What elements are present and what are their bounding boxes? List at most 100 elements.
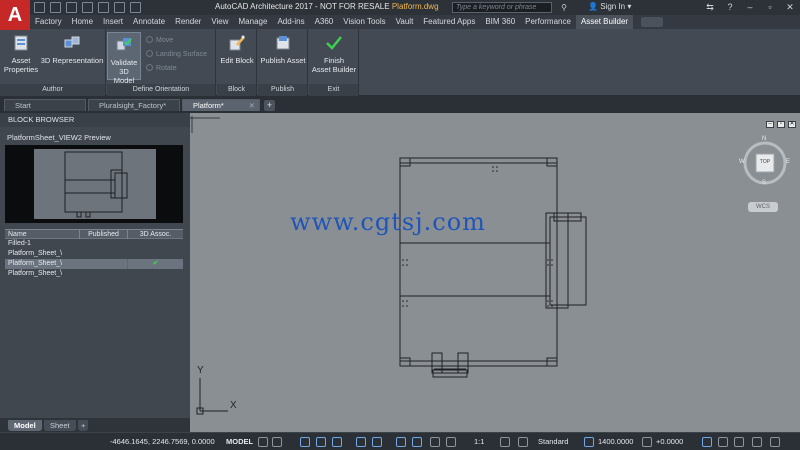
save-icon[interactable]	[66, 2, 77, 13]
preview-drawing	[64, 151, 128, 218]
annotation-monitor-icon[interactable]	[518, 437, 528, 447]
ribbon-tab-list: Factory Home Insert Annotate Render View Manag…	[30, 15, 664, 29]
file-tab-platform[interactable]: Platform* ✕	[182, 99, 260, 111]
edit-block-button[interactable]: Edit Block	[219, 34, 255, 65]
file-tab-bar: Start Pluralsight_Factory* Platform* ✕ +	[0, 97, 800, 111]
landing-surface-button[interactable]: Landing Surface	[146, 49, 207, 61]
help-icon[interactable]: ?	[720, 0, 740, 15]
tab-add-ins[interactable]: Add-ins	[272, 15, 309, 29]
tab-insert[interactable]: Insert	[98, 15, 128, 29]
sign-in-button[interactable]: 👤 Sign In ▾	[588, 2, 631, 11]
file-tab-pluralsight-factory[interactable]: Pluralsight_Factory*	[88, 99, 180, 111]
tab-vision-tools[interactable]: Vision Tools	[338, 15, 390, 29]
3d-representation-label: 3D Representation	[40, 56, 104, 65]
table-row[interactable]: Platform_Sheet_\ ✔	[5, 259, 183, 269]
open-icon[interactable]	[50, 2, 61, 13]
rotate-button[interactable]: Rotate	[146, 63, 177, 75]
validate-3d-model-button[interactable]: Validate 3D Model	[107, 32, 141, 85]
table-row[interactable]: Platform_Sheet_\	[5, 249, 183, 259]
coordinate-readout[interactable]: -4646.1645, 2246.7569, 0.0000	[110, 436, 215, 448]
tab-factory[interactable]: Factory	[30, 15, 67, 29]
tab-view[interactable]: View	[206, 15, 233, 29]
3d-representation-button[interactable]: 3D Representation	[40, 34, 104, 65]
column-header-published[interactable]: Published	[79, 230, 127, 239]
exchange-icon[interactable]: ⇆	[700, 0, 720, 15]
isodraft-icon[interactable]	[332, 437, 342, 447]
application-menu-button[interactable]: A	[0, 0, 30, 30]
clean-screen-icon[interactable]	[734, 437, 744, 447]
tab-bim-360[interactable]: BIM 360	[480, 15, 520, 29]
snap-icon[interactable]	[272, 437, 282, 447]
user-icon: 👤	[588, 2, 598, 11]
object-snap-tracking-icon[interactable]	[356, 437, 366, 447]
asset-properties-button[interactable]: Asset Properties	[3, 34, 39, 74]
tab-annotate[interactable]: Annotate	[128, 15, 170, 29]
finish-asset-builder-button[interactable]: Finish Asset Builder	[310, 34, 358, 74]
tab-a360[interactable]: A360	[310, 15, 339, 29]
surface-hatch-icon[interactable]	[642, 437, 652, 447]
lineweight-icon[interactable]	[396, 437, 406, 447]
new-tab-button[interactable]: +	[264, 100, 275, 111]
annotation-scale[interactable]: 1:1	[474, 436, 484, 448]
tab-asset-builder[interactable]: Asset Builder	[575, 15, 634, 29]
hardware-acceleration-icon[interactable]	[718, 437, 728, 447]
tab-home[interactable]: Home	[67, 15, 98, 29]
selection-cycling-icon[interactable]	[430, 437, 440, 447]
ortho-icon[interactable]	[300, 437, 310, 447]
grid-icon[interactable]	[258, 437, 268, 447]
elevation-icon	[584, 437, 594, 447]
close-viewport-icon[interactable]: ✕	[788, 121, 796, 128]
tab-performance[interactable]: Performance	[520, 15, 576, 29]
minimize-viewport-icon[interactable]: –	[766, 121, 774, 128]
viewcube[interactable]: TOP N S E W	[739, 136, 790, 188]
close-icon[interactable]: ✕	[249, 100, 255, 112]
new-icon[interactable]	[34, 2, 45, 13]
tab-manage[interactable]: Manage	[234, 15, 273, 29]
model-space-toggle[interactable]: MODEL	[226, 436, 253, 448]
isolate-objects-icon[interactable]	[702, 437, 712, 447]
tab-render[interactable]: Render	[170, 15, 206, 29]
menu-icon[interactable]	[770, 437, 780, 447]
app-title: AutoCAD Architecture 2017 - NOT FOR RESA…	[215, 2, 390, 11]
maximize-icon[interactable]: ▫	[760, 0, 780, 15]
annotation-visibility-icon[interactable]	[446, 437, 456, 447]
polar-tracking-icon[interactable]	[316, 437, 326, 447]
customization-icon[interactable]	[752, 437, 762, 447]
drawing-canvas[interactable]: – ▫ ✕ TOP N S E W WCS www.cgtsj.com Y X	[190, 113, 800, 432]
search-input[interactable]: Type a keyword or phrase	[452, 2, 552, 13]
compass-w[interactable]: W	[739, 159, 745, 165]
publish-asset-button[interactable]: Publish Asset	[259, 34, 307, 65]
cut-plane-value[interactable]: 1400.0000	[598, 436, 633, 448]
viewcube-top-label[interactable]: TOP	[756, 159, 774, 165]
compass-e[interactable]: E	[786, 159, 790, 165]
minimize-icon[interactable]: –	[740, 0, 760, 15]
ribbon-display-toggle[interactable]	[641, 17, 664, 27]
wcs-menu[interactable]: WCS	[748, 202, 778, 212]
column-header-name[interactable]: Name	[8, 230, 78, 239]
close-icon[interactable]: ✕	[780, 0, 800, 15]
table-row[interactable]: Platform_Sheet_\	[5, 269, 183, 279]
restore-viewport-icon[interactable]: ▫	[777, 121, 785, 128]
undo-icon[interactable]	[114, 2, 125, 13]
plot-icon[interactable]	[98, 2, 109, 13]
tab-vault[interactable]: Vault	[391, 15, 419, 29]
save-as-icon[interactable]	[82, 2, 93, 13]
search-icon[interactable]: ⚲	[554, 2, 574, 13]
column-header-3d-assoc[interactable]: 3D Assoc.	[127, 230, 183, 239]
landing-surface-label: Landing Surface	[156, 51, 207, 58]
object-snap-icon[interactable]	[372, 437, 382, 447]
compass-n[interactable]: N	[762, 136, 766, 142]
redo-icon[interactable]	[130, 2, 141, 13]
table-row[interactable]: Filled-1	[5, 239, 183, 249]
compass-s[interactable]: S	[762, 180, 766, 186]
workspace-gear-icon[interactable]	[500, 437, 510, 447]
move-button[interactable]: Move	[146, 35, 173, 47]
tab-sheet[interactable]: Sheet	[44, 420, 76, 431]
add-layout-button[interactable]: +	[78, 420, 89, 431]
tab-featured-apps[interactable]: Featured Apps	[418, 15, 480, 29]
elevation-offset[interactable]: +0.0000	[656, 436, 683, 448]
tab-model[interactable]: Model	[8, 420, 42, 431]
file-tab-start[interactable]: Start	[4, 99, 86, 111]
transparency-icon[interactable]	[412, 437, 422, 447]
display-configuration-select[interactable]: Standard	[538, 436, 568, 448]
